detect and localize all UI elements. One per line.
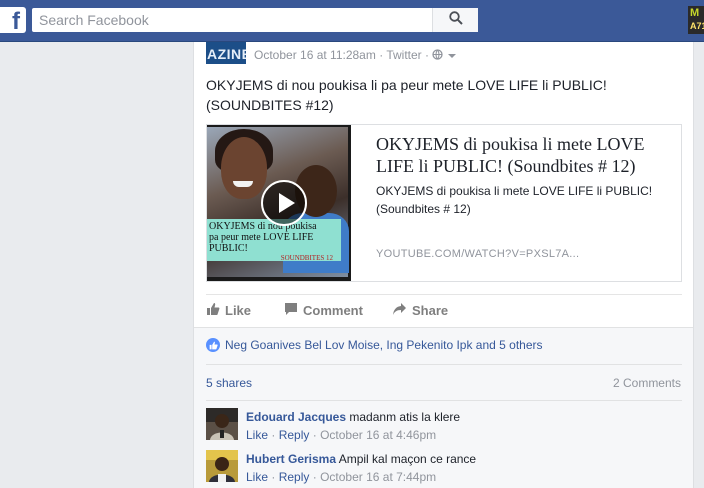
comment-label: Comment (303, 302, 363, 318)
comment-timestamp[interactable]: October 16 at 7:44pm (320, 470, 436, 484)
avatar[interactable] (206, 450, 238, 482)
comment-body: Edouard Jacques madanm atis la klere Lik… (246, 408, 460, 444)
page-avatar[interactable]: AZINE (206, 42, 246, 64)
thumbnail-person-woman (221, 137, 267, 199)
banner-tag: SOUNDBITES 12 (280, 254, 333, 262)
meta-separator: · (379, 48, 384, 62)
post-footer: Neg Goanives Bel Lov Moise, Ing Pekenito… (194, 327, 693, 488)
share-label: Share (412, 302, 449, 318)
search-button[interactable] (432, 8, 478, 32)
comment-text: madanm atis la klere (349, 410, 461, 424)
comment-reply-link[interactable]: Reply (279, 428, 310, 442)
share-button[interactable]: Share (392, 301, 448, 319)
meta-separator: · (312, 428, 317, 442)
shares-count[interactable]: 5 shares (206, 376, 252, 390)
top-navigation-bar: f M A71 (0, 0, 704, 42)
comment-meta: Like · Reply · October 16 at 7:44pm (246, 468, 476, 486)
comment-meta: Like · Reply · October 16 at 4:46pm (246, 426, 460, 444)
comment-button[interactable]: Comment (284, 301, 363, 319)
play-icon[interactable] (261, 180, 307, 226)
post-meta: October 16 at 11:28am · Twitter · (254, 48, 457, 63)
meta-separator: · (271, 470, 276, 484)
divider (206, 364, 682, 365)
link-description: OKYJEMS di poukisa li mete LOVE LIFE li … (376, 184, 653, 216)
facebook-logo-icon[interactable]: f (0, 7, 26, 33)
comment-item: Edouard Jacques madanm atis la klere Lik… (206, 408, 676, 444)
like-label: Like (225, 302, 252, 318)
likes-summary-text: Neg Goanives Bel Lov Moise, Ing Pekenito… (225, 338, 543, 352)
meta-separator: · (312, 470, 317, 484)
comment-text: Ampil kal maçon ce rance (338, 452, 477, 466)
divider (206, 294, 682, 295)
chevron-down-icon[interactable] (447, 49, 457, 63)
avatar[interactable] (206, 408, 238, 440)
divider (206, 400, 682, 401)
banner-line-2: pa peur mete LOVE LIFE (209, 232, 314, 243)
page-avatar-text: AZINE (207, 46, 246, 62)
like-reaction-icon (206, 338, 220, 352)
post-text: OKYJEMS di nou poukisa li pa peur mete L… (206, 77, 607, 113)
comments-count[interactable]: 2 Comments (613, 376, 681, 390)
comment-author[interactable]: Hubert Gerisma (246, 452, 336, 466)
comment-timestamp[interactable]: October 16 at 4:46pm (320, 428, 436, 442)
comment-item: Hubert Gerisma Ampil kal maçon ce rance … (206, 450, 676, 486)
search-icon (448, 10, 463, 30)
video-thumbnail[interactable]: OKYJEMS di nou poukisa pa peur mete LOVE… (207, 125, 351, 281)
comment-author[interactable]: Edouard Jacques (246, 410, 346, 424)
post-card: AZINE October 16 at 11:28am · Twitter · … (193, 42, 694, 488)
profile-thumbnail-text-bottom: A71 (690, 21, 704, 31)
search-input[interactable] (32, 8, 436, 32)
link-preview[interactable]: OKYJEMS di nou poukisa pa peur mete LOVE… (206, 124, 682, 282)
post-timestamp[interactable]: October 16 at 11:28am (254, 48, 376, 62)
comment-icon (284, 302, 298, 319)
comment-body: Hubert Gerisma Ampil kal maçon ce rance … (246, 450, 476, 486)
like-button[interactable]: Like (206, 301, 251, 319)
share-icon (392, 302, 407, 319)
likes-summary[interactable]: Neg Goanives Bel Lov Moise, Ing Pekenito… (206, 338, 543, 352)
thumbs-up-icon (206, 302, 220, 319)
meta-separator: · (271, 428, 276, 442)
comment-like-link[interactable]: Like (246, 428, 268, 442)
banner-line-3: PUBLIC! (209, 243, 248, 254)
search-box (32, 8, 478, 32)
link-domain: YOUTUBE.COM/WATCH?V=PXSL7A... (376, 248, 580, 260)
meta-separator: · (425, 48, 430, 62)
profile-thumbnail[interactable]: M A71 (688, 6, 704, 34)
thumbnail-smile (233, 181, 253, 187)
globe-icon[interactable] (432, 49, 444, 63)
post-source[interactable]: Twitter (386, 48, 421, 62)
profile-thumbnail-text-top: M (690, 7, 700, 19)
link-title[interactable]: OKYJEMS di poukisa li mete LOVE LIFE li … (376, 133, 672, 177)
thumbnail-banner: OKYJEMS di nou poukisa pa peur mete LOVE… (207, 219, 341, 262)
comment-like-link[interactable]: Like (246, 470, 268, 484)
comment-reply-link[interactable]: Reply (279, 470, 310, 484)
